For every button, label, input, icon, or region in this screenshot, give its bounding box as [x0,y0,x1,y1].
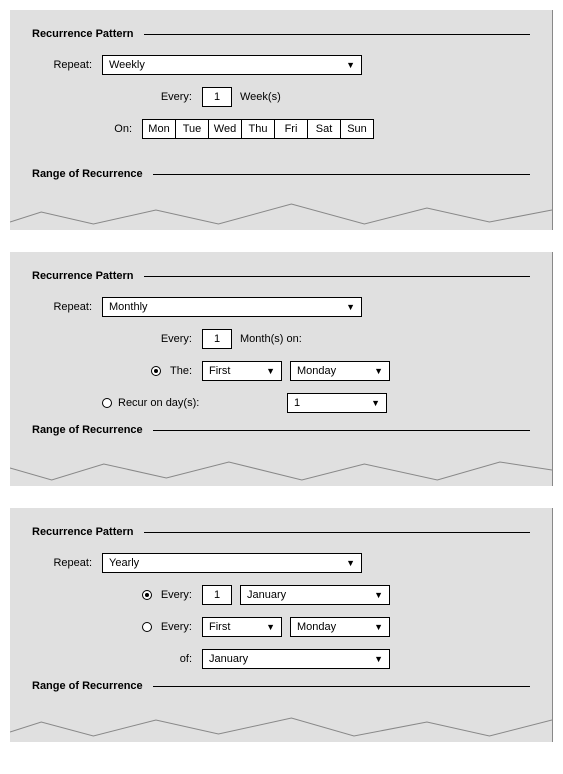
day-buttons: Mon Tue Wed Thu Fri Sat Sun [142,119,374,139]
every-input[interactable]: 1 [202,87,232,107]
divider [144,34,531,35]
every-input[interactable]: 1 [202,329,232,349]
repeat-select[interactable]: Weekly ▼ [102,55,362,75]
panel-weekly: Recurrence Pattern Repeat: Weekly ▼ Ever… [10,10,553,230]
tearoff-edge [10,194,552,230]
chevron-down-icon: ▼ [346,558,355,568]
chevron-down-icon: ▼ [374,366,383,376]
chevron-down-icon: ▼ [374,622,383,632]
of-month-value: January [209,653,248,665]
day-btn-thu[interactable]: Thu [241,119,275,139]
chevron-down-icon: ▼ [374,654,383,664]
tearoff-edge [10,450,552,486]
recur-option[interactable]: Recur on day(s): [102,397,287,409]
divider [153,430,530,431]
chevron-down-icon: ▼ [346,60,355,70]
panel-monthly: Recurrence Pattern Repeat: Monthly ▼ Eve… [10,252,553,486]
opt1-label: Every: [161,589,192,601]
divider [144,532,531,533]
repeat-value: Yearly [109,557,139,569]
the-option[interactable]: The: [102,365,202,377]
divider [153,686,530,687]
every-unit: Week(s) [240,91,281,103]
opt1-month-select[interactable]: January ▼ [240,585,390,605]
weekday-value: Monday [297,365,336,377]
opt2-weekday-value: Monday [297,621,336,633]
section-title-range: Range of Recurrence [32,168,530,180]
day-btn-wed[interactable]: Wed [208,119,242,139]
opt1-month-value: January [247,589,286,601]
of-month-select[interactable]: January ▼ [202,649,390,669]
chevron-down-icon: ▼ [371,398,380,408]
section-title-pattern: Recurrence Pattern [32,28,530,40]
recur-value: 1 [294,397,300,409]
range-title-text: Range of Recurrence [32,168,143,180]
opt1-day-input[interactable]: 1 [202,585,232,605]
every-label: Every: [102,333,202,345]
repeat-value: Monthly [109,301,148,313]
pattern-title-text: Recurrence Pattern [32,28,134,40]
section-title-pattern: Recurrence Pattern [32,270,530,282]
yearly-opt2[interactable]: Every: [102,621,202,633]
chevron-down-icon: ▼ [266,622,275,632]
radio-recur[interactable] [102,398,112,408]
chevron-down-icon: ▼ [266,366,275,376]
opt2-ordinal-select[interactable]: First ▼ [202,617,282,637]
opt2-label: Every: [161,621,192,633]
recur-label: Recur on day(s): [118,397,199,409]
panel-yearly: Recurrence Pattern Repeat: Yearly ▼ Ever… [10,508,553,742]
radio-every-date[interactable] [142,590,152,600]
section-title-pattern: Recurrence Pattern [32,526,530,538]
day-btn-sun[interactable]: Sun [340,119,374,139]
pattern-title-text: Recurrence Pattern [32,526,134,538]
repeat-select[interactable]: Monthly ▼ [102,297,362,317]
of-label: of: [102,653,202,665]
repeat-label: Repeat: [32,301,102,313]
weekday-select[interactable]: Monday ▼ [290,361,390,381]
range-title-text: Range of Recurrence [32,424,143,436]
repeat-select[interactable]: Yearly ▼ [102,553,362,573]
repeat-value: Weekly [109,59,145,71]
repeat-label: Repeat: [32,59,102,71]
opt2-ordinal-value: First [209,621,230,633]
radio-every-ordinal[interactable] [142,622,152,632]
ordinal-value: First [209,365,230,377]
on-label: On: [102,123,142,135]
repeat-label: Repeat: [32,557,102,569]
day-btn-tue[interactable]: Tue [175,119,209,139]
chevron-down-icon: ▼ [346,302,355,312]
day-btn-fri[interactable]: Fri [274,119,308,139]
section-title-range: Range of Recurrence [32,424,530,436]
divider [153,174,530,175]
pattern-title-text: Recurrence Pattern [32,270,134,282]
yearly-opt1[interactable]: Every: [102,589,202,601]
section-title-range: Range of Recurrence [32,680,530,692]
every-unit: Month(s) on: [240,333,302,345]
opt2-weekday-select[interactable]: Monday ▼ [290,617,390,637]
radio-the[interactable] [151,366,161,376]
range-title-text: Range of Recurrence [32,680,143,692]
the-label: The: [170,365,192,377]
day-btn-mon[interactable]: Mon [142,119,176,139]
tearoff-edge [10,706,552,742]
every-label: Every: [102,91,202,103]
day-btn-sat[interactable]: Sat [307,119,341,139]
divider [144,276,531,277]
ordinal-select[interactable]: First ▼ [202,361,282,381]
recur-day-select[interactable]: 1 ▼ [287,393,387,413]
chevron-down-icon: ▼ [374,590,383,600]
